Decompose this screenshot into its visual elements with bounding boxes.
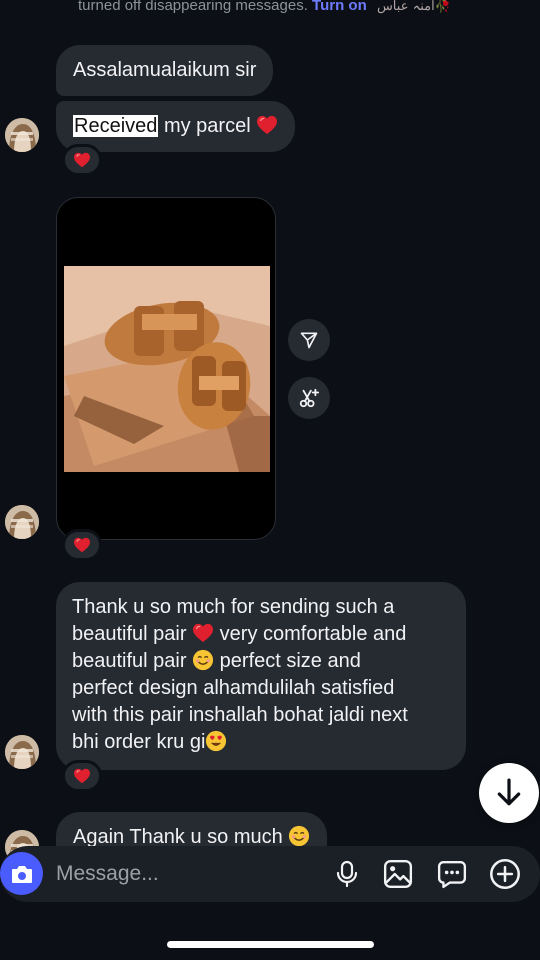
message-text: Again Thank u so much [73,826,283,848]
arrow-down-icon [497,778,521,806]
message-input[interactable] [56,860,306,888]
disappearing-messages-note: turned off disappearing messages. Turn o… [78,0,451,14]
sticker-button[interactable] [435,857,469,891]
more-button[interactable] [488,857,522,891]
cutout-button[interactable] [288,377,330,419]
microphone-icon [336,860,358,888]
smiling-emoji [192,649,214,671]
voice-button[interactable] [330,857,364,891]
scroll-to-bottom-button[interactable] [479,763,539,823]
camera-icon [11,865,32,883]
share-button[interactable] [288,319,330,361]
photo-message[interactable] [56,197,276,540]
home-indicator [167,941,374,948]
message-text: my parcel [158,115,251,137]
sender-signature: امنہ عباس🥀 [376,0,451,14]
gallery-button[interactable] [381,857,415,891]
avatar[interactable] [5,505,39,539]
avatar[interactable] [5,118,39,152]
avatar[interactable] [5,735,39,769]
heart-reaction[interactable] [62,144,102,176]
sandals-photo [64,266,270,472]
highlighted-text: Received [73,115,159,137]
message-line: perfect size and [219,650,361,672]
heart-reaction[interactable] [62,760,102,792]
message-bubble[interactable]: Assalamualaikum sir [56,45,274,96]
heart-icon [73,152,91,168]
message-line: with this pair inshallah bohat jaldi nex… [72,704,408,726]
smiling-emoji [288,825,310,847]
message-line: bhi order kru gi [72,731,206,753]
turn-on-link[interactable]: Turn on [312,0,367,14]
message-line: Thank u so much for sending such a [72,596,395,618]
red-heart-emoji [192,623,214,643]
red-heart-emoji [256,115,278,135]
sticker-icon [437,861,467,889]
message-line: beautiful pair [72,650,187,672]
heart-eyes-emoji [205,730,227,752]
message-bubble[interactable]: Thank u so much for sending such a beaut… [56,582,466,770]
plus-icon [490,859,520,889]
gallery-icon [383,859,413,889]
share-icon [300,332,318,349]
camera-button[interactable] [0,852,43,895]
heart-icon [73,537,91,553]
message-line: beautiful pair [72,623,187,645]
message-composer [0,846,540,902]
heart-reaction[interactable] [62,529,102,561]
scissors-sparkle-icon [299,388,320,408]
heart-icon [73,768,91,784]
message-text: Assalamualaikum sir [73,59,257,81]
note-text: turned off disappearing messages. [78,0,308,14]
message-line: very comfortable and [219,623,407,645]
message-line: perfect design alhamdulilah satisfied [72,677,395,699]
